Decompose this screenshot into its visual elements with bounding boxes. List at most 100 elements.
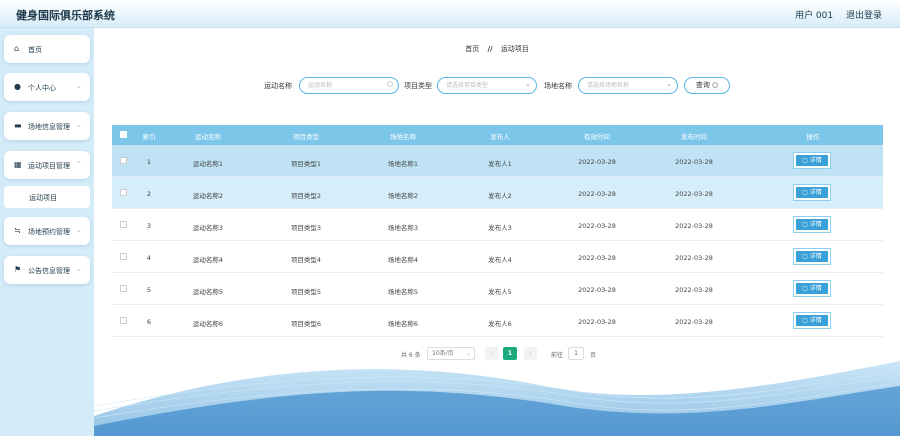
goto-label: 前往: [551, 352, 564, 359]
page-size-value: 10条/页: [432, 350, 454, 357]
next-page-button[interactable]: ›: [524, 347, 537, 360]
detail-icon: ▢: [802, 221, 810, 228]
venue-select[interactable]: 请选择场地名称: [578, 77, 678, 94]
chevron-down-icon: ⌄: [465, 350, 471, 357]
breadcrumb-home[interactable]: 首页: [465, 45, 479, 53]
cell-name: 运动名称4: [192, 256, 224, 264]
sidebar-subitem-label: 运动项目: [29, 194, 57, 202]
row-checkbox[interactable]: [120, 317, 127, 324]
cell-type: 项目类型1: [290, 160, 322, 168]
chevron-down-icon: ⌄: [76, 121, 82, 129]
sport-name-label: 运动名称: [264, 82, 292, 90]
breadcrumb-current: 运动项目: [500, 45, 529, 53]
logout-link[interactable]: 退出登录: [846, 11, 882, 21]
detail-label: 详情: [809, 285, 822, 292]
chevron-down-icon: ⌄: [76, 265, 82, 273]
table-row[interactable]: 1 运动名称1 项目类型1 场地名称1 发布人1 2022-03-28 2022…: [112, 145, 883, 177]
cell-publish-time: 2022-03-28: [675, 318, 713, 326]
page-size-select[interactable]: 10条/页 ⌄: [427, 347, 475, 360]
column-header: 操作: [806, 133, 820, 141]
cell-publish-time: 2022-03-28: [675, 190, 713, 198]
cell-name: 运动名称3: [192, 224, 224, 232]
select-all-checkbox[interactable]: [120, 131, 127, 138]
app-title: 健身国际俱乐部系统: [16, 9, 115, 22]
detail-icon: ▢: [802, 317, 810, 324]
column-header: 项目类型: [293, 133, 319, 141]
table-row[interactable]: 4 运动名称4 项目类型4 场地名称4 发布人4 2022-03-28 2022…: [112, 241, 883, 273]
detail-icon: ▢: [802, 157, 810, 164]
sidebar: ⌂ 首页 ● 个人中心 ⌄ ▬ 场地信息管理 ⌄ ▦ 运动项目管理 ⌃ 运动项目…: [0, 28, 94, 436]
table-row[interactable]: 3 运动名称3 项目类型3 场地名称3 发布人3 2022-03-28 2022…: [112, 209, 883, 241]
table-row[interactable]: 5 运动名称5 项目类型5 场地名称5 发布人5 2022-03-28 2022…: [112, 273, 883, 305]
table-row[interactable]: 6 运动名称6 项目类型6 场地名称6 发布人6 2022-03-28 2022…: [112, 305, 883, 337]
home-icon: ⌂: [14, 44, 20, 53]
cell-publish-time: 2022-03-28: [675, 254, 713, 262]
row-checkbox[interactable]: [120, 285, 127, 292]
cell-publish-time: 2022-03-28: [675, 158, 713, 166]
sidebar-subitem-sport[interactable]: 运动项目: [4, 186, 90, 208]
cell-publisher: 发布人1: [488, 160, 512, 168]
sidebar-item-sport-management[interactable]: ▦ 运动项目管理 ⌃: [4, 151, 90, 179]
column-header: 运动名称: [195, 133, 221, 141]
cell-publisher: 发布人4: [488, 256, 512, 264]
sidebar-item-notice-management[interactable]: ⚑ 公告信息管理 ⌄: [4, 256, 90, 284]
cell-index: 2: [146, 190, 152, 198]
current-page[interactable]: 1: [503, 347, 517, 360]
cell-venue: 场地名称5: [387, 288, 419, 296]
sidebar-item-personal-center[interactable]: ● 个人中心 ⌄: [4, 73, 90, 101]
cell-index: 5: [146, 286, 152, 294]
row-checkbox[interactable]: [120, 189, 127, 196]
grid-icon: ▦: [14, 160, 22, 169]
detail-button[interactable]: ▢ 详情: [794, 281, 830, 296]
search-icon: ○: [387, 80, 394, 88]
sidebar-item-venue-management[interactable]: ▬ 场地信息管理 ⌄: [4, 112, 90, 140]
detail-label: 详情: [809, 317, 822, 324]
query-button[interactable]: 查询 ○: [684, 77, 730, 94]
detail-button[interactable]: ▢ 详情: [794, 217, 830, 232]
prev-page-button[interactable]: ‹: [485, 347, 498, 360]
sidebar-item-label: 场地预约管理: [28, 228, 70, 236]
monitor-icon: ▬: [14, 121, 22, 130]
sidebar-item-label: 运动项目管理: [28, 162, 70, 170]
current-user: 用户 001: [795, 11, 834, 21]
breadcrumb: 首页 // 运动项目: [94, 44, 900, 54]
detail-icon: ▢: [802, 285, 810, 292]
detail-button[interactable]: ▢ 详情: [794, 313, 830, 328]
detail-icon: ▢: [802, 253, 810, 260]
type-label: 项目类型: [404, 82, 432, 90]
cell-publisher: 发布人6: [488, 320, 512, 328]
query-button-label: 查询: [695, 81, 710, 89]
sidebar-item-home[interactable]: ⌂ 首页: [4, 35, 90, 63]
main-content: 首页 // 运动项目 运动名称 运动名称 ○ 项目类型 请选择项目类型 ⌄ 场地…: [94, 28, 900, 436]
sport-name-input[interactable]: 运动名称: [299, 77, 399, 94]
user-icon: ●: [14, 82, 21, 91]
pagination: 共 6 条 10条/页 ⌄ ‹ 1 › 前往 1 页: [94, 347, 900, 361]
chevron-up-icon: ⌃: [76, 160, 82, 168]
goto-page-input[interactable]: 1: [568, 347, 584, 360]
type-select[interactable]: 请选择项目类型: [437, 77, 537, 94]
detail-button[interactable]: ▢ 详情: [794, 185, 830, 200]
detail-button[interactable]: ▢ 详情: [794, 153, 830, 168]
table-row[interactable]: 2 运动名称2 项目类型2 场地名称2 发布人2 2022-03-28 2022…: [112, 177, 883, 209]
column-header: 发布人: [490, 133, 510, 141]
table-header: 索引 运动名称 项目类型 场地名称 发布人 有效时间 发布时间 操作: [112, 125, 883, 145]
cell-type: 项目类型2: [290, 192, 322, 200]
sidebar-item-label: 首页: [28, 46, 42, 54]
row-checkbox[interactable]: [120, 221, 127, 228]
cell-valid-time: 2022-03-28: [578, 254, 616, 262]
cell-name: 运动名称2: [192, 192, 224, 200]
cell-publisher: 发布人3: [488, 224, 512, 232]
cell-publish-time: 2022-03-28: [675, 286, 713, 294]
cell-publisher: 发布人5: [488, 288, 512, 296]
row-checkbox[interactable]: [120, 253, 127, 260]
detail-label: 详情: [809, 157, 822, 164]
detail-label: 详情: [809, 253, 822, 260]
column-header: 发布时间: [681, 133, 707, 141]
cell-valid-time: 2022-03-28: [578, 318, 616, 326]
venue-label: 场地名称: [544, 82, 572, 90]
breadcrumb-separator: //: [487, 45, 493, 53]
cell-valid-time: 2022-03-28: [578, 190, 616, 198]
row-checkbox[interactable]: [120, 157, 127, 164]
detail-button[interactable]: ▢ 详情: [794, 249, 830, 264]
sidebar-item-reservation-management[interactable]: ≒ 场地预约管理 ⌄: [4, 217, 90, 245]
